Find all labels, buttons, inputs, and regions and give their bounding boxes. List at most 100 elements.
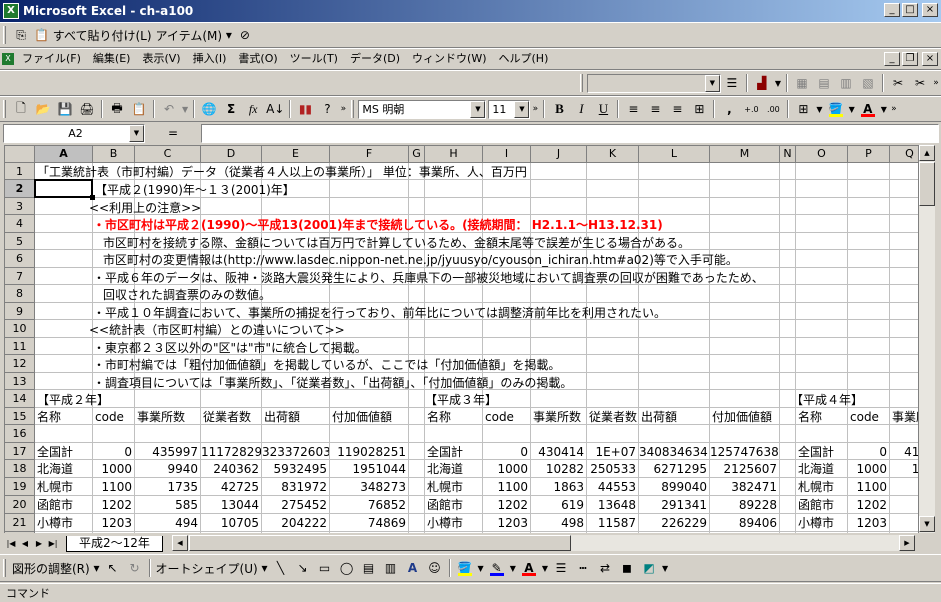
header-cell-H[interactable]: 名称 <box>425 408 482 426</box>
permission-icon[interactable]: 🖨 <box>76 99 98 119</box>
prev-sheet-icon[interactable]: ◀ <box>18 537 32 551</box>
table-cell[interactable]: 小樽市 <box>35 514 92 532</box>
table-cell[interactable]: 1951044 <box>330 460 408 478</box>
draw-menu-button[interactable]: 図形の調整(R) ▾ <box>10 558 102 578</box>
toolbar-grip[interactable] <box>579 74 583 92</box>
table-cell[interactable]: 1000 <box>848 460 889 478</box>
table-cell[interactable]: 5932495 <box>262 460 329 478</box>
fill-color-icon[interactable]: 🪣 <box>454 558 476 578</box>
header-cell-L[interactable]: 出荷額 <box>639 408 709 426</box>
scroll-down-icon[interactable]: ▼ <box>919 516 935 532</box>
table-cell[interactable]: 旭川市 <box>425 532 482 533</box>
menu-tools[interactable]: ツール(T) <box>284 50 344 68</box>
table-cell[interactable]: 619 <box>531 496 586 514</box>
table-cell[interactable]: 0 <box>483 443 530 461</box>
font-color-icon[interactable]: A <box>857 99 879 119</box>
toolbar-grip[interactable] <box>351 100 355 118</box>
column-header-Q[interactable]: Q <box>890 146 918 163</box>
menu-window[interactable]: ウィンドウ(W) <box>406 50 492 68</box>
cell-B2[interactable]: 【平成２(1990)年～１３(2001)年】 <box>93 181 295 199</box>
cell-B5[interactable]: 市区町村を接続する際、金額については百万円で計算しているため、金額末尾等で誤差が… <box>101 234 690 252</box>
row-header-21[interactable]: 21 <box>5 514 35 532</box>
cell-B8[interactable]: 回収された調査票のみの数値。 <box>101 286 271 304</box>
chart-wizard-icon[interactable]: ▮▮ <box>294 99 316 119</box>
fill-color-icon[interactable]: 🪣 <box>825 99 847 119</box>
header-cell-E[interactable]: 出荷額 <box>262 408 329 426</box>
cell-B7[interactable]: ・平成６年のデータは、阪神・淡路大震災発生により、兵庫県下の一部被災地域において… <box>91 269 764 287</box>
header-cell-J[interactable]: 事業所数 <box>531 408 586 426</box>
help-icon[interactable]: ? <box>316 99 338 119</box>
table-cell[interactable]: 1202 <box>848 496 889 514</box>
next-sheet-icon[interactable]: ▶ <box>32 537 46 551</box>
table-cell[interactable]: 1204 <box>483 532 530 533</box>
table-cell[interactable]: 250533 <box>587 460 638 478</box>
table-cell[interactable]: 札幌市 <box>796 478 847 496</box>
table-cell[interactable]: 1203 <box>848 514 889 532</box>
table-cell[interactable]: 北海道 <box>796 460 847 478</box>
table-cell[interactable]: 74869 <box>330 514 408 532</box>
copy-icon[interactable]: ⎘ <box>10 25 32 45</box>
bold-button[interactable]: B <box>548 99 570 119</box>
column-header-F[interactable]: F <box>330 146 409 163</box>
table-cell[interactable]: 89406 <box>710 514 779 532</box>
column-header-E[interactable]: E <box>262 146 330 163</box>
row-header-2[interactable]: 2 <box>5 180 35 198</box>
table-cell[interactable]: 382471 <box>710 478 779 496</box>
toolbar-grip[interactable] <box>3 100 6 118</box>
select-all-corner[interactable] <box>5 146 35 163</box>
oval-icon[interactable]: ◯ <box>336 558 358 578</box>
header-cell-D[interactable]: 従業者数 <box>201 408 261 426</box>
save-icon[interactable]: 💾 <box>54 99 76 119</box>
table-cell[interactable]: 415 <box>890 443 918 461</box>
table-cell[interactable]: 831972 <box>262 478 329 496</box>
column-header-A[interactable]: A <box>35 146 93 163</box>
table-cell[interactable]: 1863 <box>531 478 586 496</box>
table-cell[interactable]: 旭川市 <box>35 532 92 533</box>
menu-edit[interactable]: 編集(E) <box>87 50 137 68</box>
table-cell[interactable]: 1000 <box>483 460 530 478</box>
scroll-up-icon[interactable]: ▲ <box>919 145 935 161</box>
workbook-minimize-button[interactable]: _ <box>884 52 900 66</box>
angle-text-icon[interactable]: ✂ <box>887 73 909 93</box>
table-cell[interactable]: 11587 <box>587 514 638 532</box>
toolbar-grip[interactable] <box>3 26 6 44</box>
menu-file[interactable]: ファイル(F) <box>16 50 87 68</box>
column-header-H[interactable]: H <box>425 146 483 163</box>
decrease-decimal-icon[interactable]: .00 <box>762 99 784 119</box>
table-cell[interactable]: 494 <box>135 514 200 532</box>
table-cell[interactable]: 11172829 <box>201 443 261 461</box>
table-cell[interactable]: 42725 <box>201 478 261 496</box>
table-cell[interactable]: 函館市 <box>35 496 92 514</box>
table-cell[interactable]: 498 <box>531 514 586 532</box>
chevron-down-icon[interactable]: ▼ <box>660 558 670 578</box>
chevron-double-icon[interactable]: » <box>889 99 899 119</box>
cell-B9[interactable]: ・平成１０年調査において、事業所の捕捉を行っており、前年比については調整済前年比… <box>91 304 666 322</box>
row-header-18[interactable]: 18 <box>5 460 35 478</box>
cell-B1[interactable]: 「工業統計表（市町村編）データ（従業者４人以上の事業所）」 単位：事業所、人、百… <box>35 163 527 181</box>
autosum-icon[interactable]: Σ <box>220 99 242 119</box>
align-center-icon[interactable]: ≡ <box>644 99 666 119</box>
merge-center-icon[interactable]: ⊞ <box>688 99 710 119</box>
table-cell[interactable]: 788 <box>531 532 586 533</box>
table-cell[interactable]: 北海道 <box>35 460 92 478</box>
print-icon[interactable]: 🖶 <box>106 99 128 119</box>
table-cell[interactable]: 125747638 <box>710 443 779 461</box>
column-header-B[interactable]: B <box>93 146 135 163</box>
table-cell[interactable]: 115878 <box>710 532 779 533</box>
table-cell[interactable]: 1202 <box>93 496 134 514</box>
table-cell[interactable]: 119028251 <box>330 443 408 461</box>
menu-data[interactable]: データ(D) <box>344 50 406 68</box>
table-cell[interactable]: 585 <box>135 496 200 514</box>
header-cell-B[interactable]: code <box>93 408 134 426</box>
cell-B11[interactable]: ・東京都２３区以外の"区"は"市"に統合して掲載。 <box>91 339 367 357</box>
header-cell-A[interactable]: 名称 <box>35 408 92 426</box>
menu-insert[interactable]: 挿入(I) <box>187 50 233 68</box>
table-cell[interactable]: 10 <box>890 460 918 478</box>
first-sheet-icon[interactable]: |◀ <box>4 537 18 551</box>
align-left-icon[interactable]: ≡ <box>622 99 644 119</box>
table-cell[interactable]: 430414 <box>531 443 586 461</box>
column-header-D[interactable]: D <box>201 146 262 163</box>
table-cell[interactable]: 10282 <box>531 460 586 478</box>
table-cell[interactable]: 10705 <box>201 514 261 532</box>
workbook-icon[interactable]: X <box>0 49 16 69</box>
